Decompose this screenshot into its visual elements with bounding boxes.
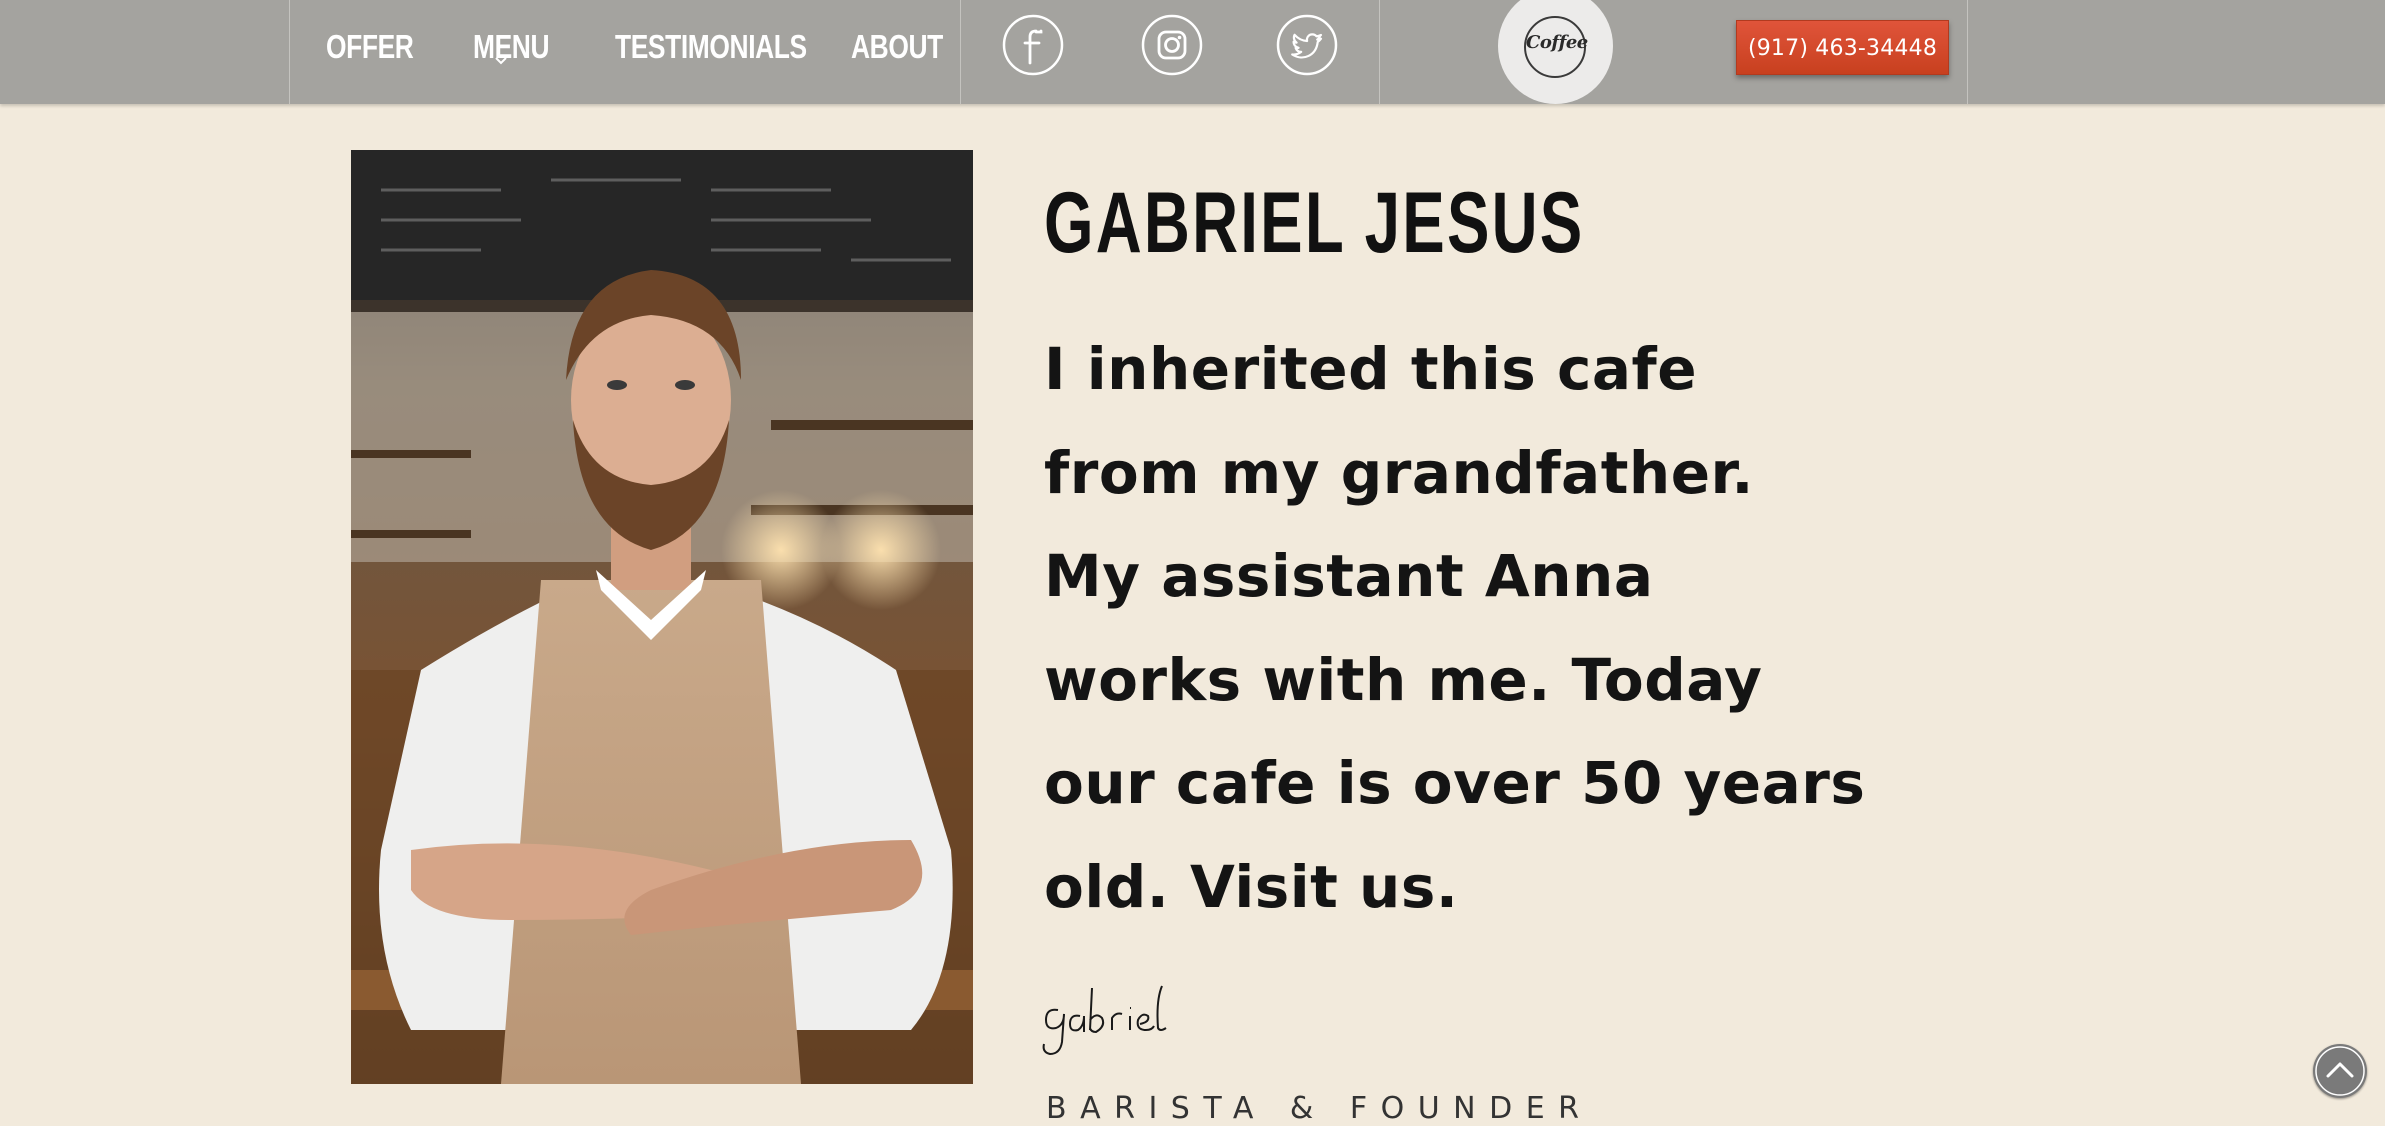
logo-badge: Coffee <box>1524 16 1588 78</box>
facebook-icon[interactable] <box>1002 14 1064 76</box>
barista-photo <box>351 150 973 1084</box>
coffee-logo[interactable]: Coffee <box>1498 0 1613 104</box>
signature <box>1042 985 1167 1056</box>
nav-item-about[interactable]: ABOUT <box>851 22 943 72</box>
header-divider <box>960 0 961 104</box>
quote-line: My assistant Anna <box>1044 542 1654 610</box>
nav-item-testimonials[interactable]: TESTIMONIALS <box>615 22 807 72</box>
scroll-top-button[interactable] <box>2313 1044 2367 1098</box>
quote-line: our cafe is over 50 years <box>1044 749 1866 817</box>
quote-line: I inherited this cafe <box>1044 335 1698 403</box>
quote-line: from my grandfather. <box>1044 438 1754 507</box>
header-divider <box>289 0 290 104</box>
chevron-down-icon <box>495 57 507 65</box>
profile-name: GABRIEL JESUS <box>1044 175 1585 271</box>
logo-text: Coffee <box>1526 32 1588 53</box>
twitter-icon[interactable] <box>1276 14 1338 76</box>
phone-button[interactable]: (917) 463-34448 <box>1736 20 1949 75</box>
header-divider <box>1379 0 1380 104</box>
chevron-up-icon <box>2315 1046 2365 1096</box>
profile-quote: I inherited this cafe from my grandfathe… <box>1044 318 1866 939</box>
nav-item-menu[interactable]: MENU <box>473 22 550 72</box>
profile-role: BARISTA & FOUNDER <box>1046 1091 1593 1126</box>
instagram-icon[interactable] <box>1141 14 1203 76</box>
site-header: OFFER MENU TESTIMONIALS ABOUT Coffee (91… <box>0 0 2385 104</box>
quote-line: old. Visit us. <box>1044 852 1459 921</box>
header-divider <box>1967 0 1968 104</box>
quote-line: works with me. Today <box>1044 645 1763 714</box>
nav-item-offer[interactable]: OFFER <box>326 22 414 72</box>
